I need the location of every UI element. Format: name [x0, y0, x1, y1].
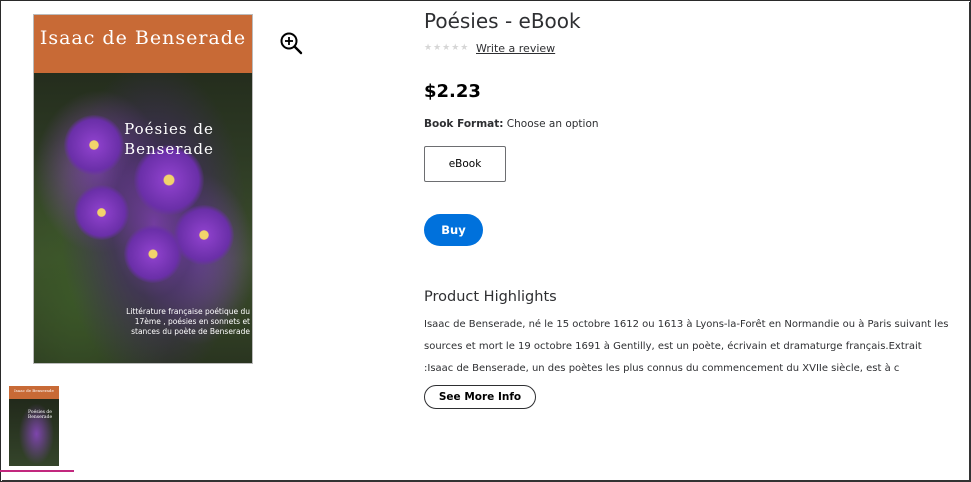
thumb-author: Isaac de Benserade [14, 388, 54, 393]
thumbnail-selected-indicator [0, 470, 74, 472]
write-review-link[interactable]: Write a review [476, 42, 555, 55]
zoom-in-icon[interactable] [279, 31, 303, 55]
cover-author: Isaac de Benserade [39, 27, 247, 49]
book-format-hint: Choose an option [506, 118, 599, 130]
highlights-heading: Product Highlights [424, 289, 557, 305]
highlights-body: Isaac de Benserade, né le 15 octobre 161… [424, 319, 949, 374]
flower-decoration [124, 225, 182, 283]
product-title: Poésies - eBook [424, 9, 581, 33]
rating-stars: ★★★★★ [424, 43, 470, 53]
product-cover-image[interactable]: Isaac de Benserade Poésies de Benserade … [33, 14, 253, 364]
flower-decoration [74, 185, 129, 240]
book-format-label: Book Format: [424, 118, 504, 130]
see-more-info-button[interactable]: See More Info [424, 385, 536, 409]
thumbnail-image[interactable]: Isaac de Benserade Poésies de Benserade [9, 386, 59, 466]
product-price: $2.23 [424, 81, 481, 102]
flower-decoration [174, 205, 234, 265]
cover-subtitle: Littérature française poétique du 17ème … [126, 307, 250, 336]
cover-title: Poésies de Benserade [124, 120, 214, 158]
thumb-title: Poésies de Benserade [27, 410, 53, 420]
buy-button[interactable]: Buy [424, 214, 483, 246]
book-format-line: Book Format: Choose an option [424, 118, 599, 130]
format-option-ebook[interactable]: eBook [424, 146, 506, 182]
